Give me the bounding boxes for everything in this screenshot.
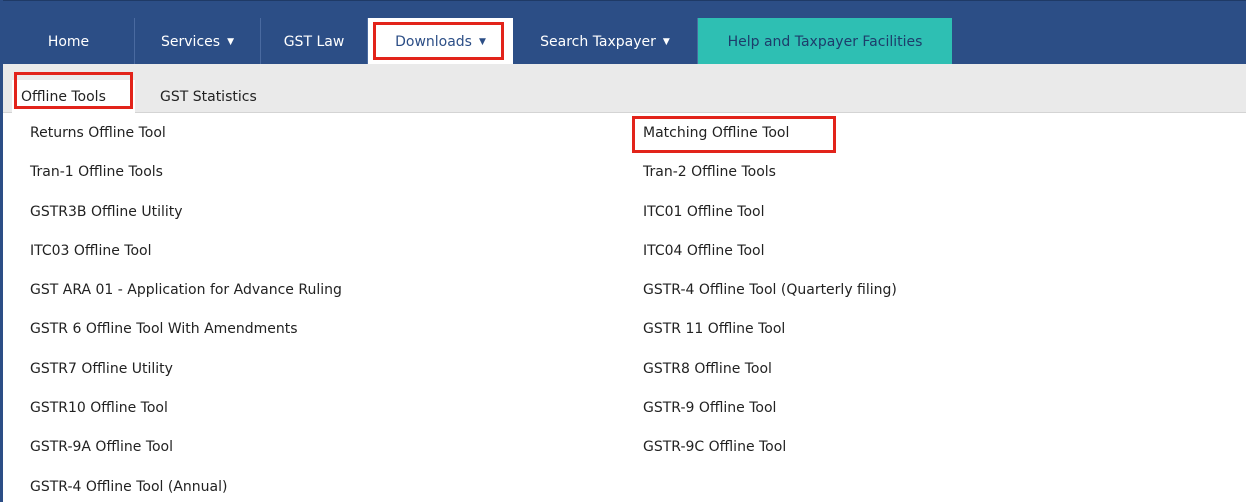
- link-returns-offline-tool[interactable]: Returns Offline Tool: [30, 123, 166, 143]
- chevron-down-icon: ▼: [227, 36, 234, 47]
- link-gstr6-offline-tool[interactable]: GSTR 6 Offline Tool With Amendments: [30, 319, 298, 339]
- link-gstr11-offline-tool[interactable]: GSTR 11 Offline Tool: [643, 319, 785, 339]
- nav-services-label: Services: [161, 33, 221, 50]
- link-itc01-offline-tool[interactable]: ITC01 Offline Tool: [643, 202, 764, 222]
- downloads-highlight-box: [373, 22, 504, 60]
- nav-help-taxpayer-facilities[interactable]: Help and Taxpayer Facilities: [698, 18, 952, 65]
- nav-services[interactable]: Services ▼: [135, 18, 261, 65]
- nav-home[interactable]: Home: [3, 18, 135, 65]
- link-itc04-offline-tool[interactable]: ITC04 Offline Tool: [643, 241, 764, 261]
- link-gstr3b-offline-utility[interactable]: GSTR3B Offline Utility: [30, 202, 183, 222]
- tab-gst-statistics-label: GST Statistics: [160, 88, 257, 105]
- link-gstr4-quarterly-offline-tool[interactable]: GSTR-4 Offline Tool (Quarterly filing): [643, 280, 897, 300]
- link-gstr8-offline-tool[interactable]: GSTR8 Offline Tool: [643, 359, 772, 379]
- link-gstr4-annual-offline-tool[interactable]: GSTR-4 Offline Tool (Annual): [30, 477, 227, 497]
- top-navigation: Home Services ▼ GST Law Downloads ▼ Sear…: [3, 0, 1246, 65]
- nav-home-label: Home: [47, 33, 90, 50]
- matching-tool-highlight-box: [632, 116, 836, 153]
- sub-navigation: Offline Tools GST Statistics: [3, 64, 1246, 113]
- tab-gst-statistics[interactable]: GST Statistics: [160, 80, 257, 113]
- nav-search-taxpayer[interactable]: Search Taxpayer ▼: [513, 18, 698, 65]
- nav-gst-law[interactable]: GST Law: [261, 18, 368, 65]
- link-gstr10-offline-tool[interactable]: GSTR10 Offline Tool: [30, 398, 168, 418]
- link-tran2-offline-tools[interactable]: Tran-2 Offline Tools: [643, 162, 776, 182]
- link-gst-ara01[interactable]: GST ARA 01 - Application for Advance Rul…: [30, 280, 342, 300]
- link-tran1-offline-tools[interactable]: Tran-1 Offline Tools: [30, 162, 163, 182]
- chevron-down-icon: ▼: [662, 36, 670, 47]
- nav-search-taxpayer-label: Search Taxpayer: [540, 33, 656, 50]
- offline-tools-highlight-box: [14, 72, 133, 109]
- nav-help-label: Help and Taxpayer Facilities: [727, 33, 923, 50]
- link-itc03-offline-tool[interactable]: ITC03 Offline Tool: [30, 241, 151, 261]
- link-gstr7-offline-utility[interactable]: GSTR7 Offline Utility: [30, 359, 173, 379]
- nav-gst-law-label: GST Law: [283, 33, 345, 50]
- link-gstr9-offline-tool[interactable]: GSTR-9 Offline Tool: [643, 398, 776, 418]
- link-gstr9c-offline-tool[interactable]: GSTR-9C Offline Tool: [643, 437, 786, 457]
- link-gstr9a-offline-tool[interactable]: GSTR-9A Offline Tool: [30, 437, 173, 457]
